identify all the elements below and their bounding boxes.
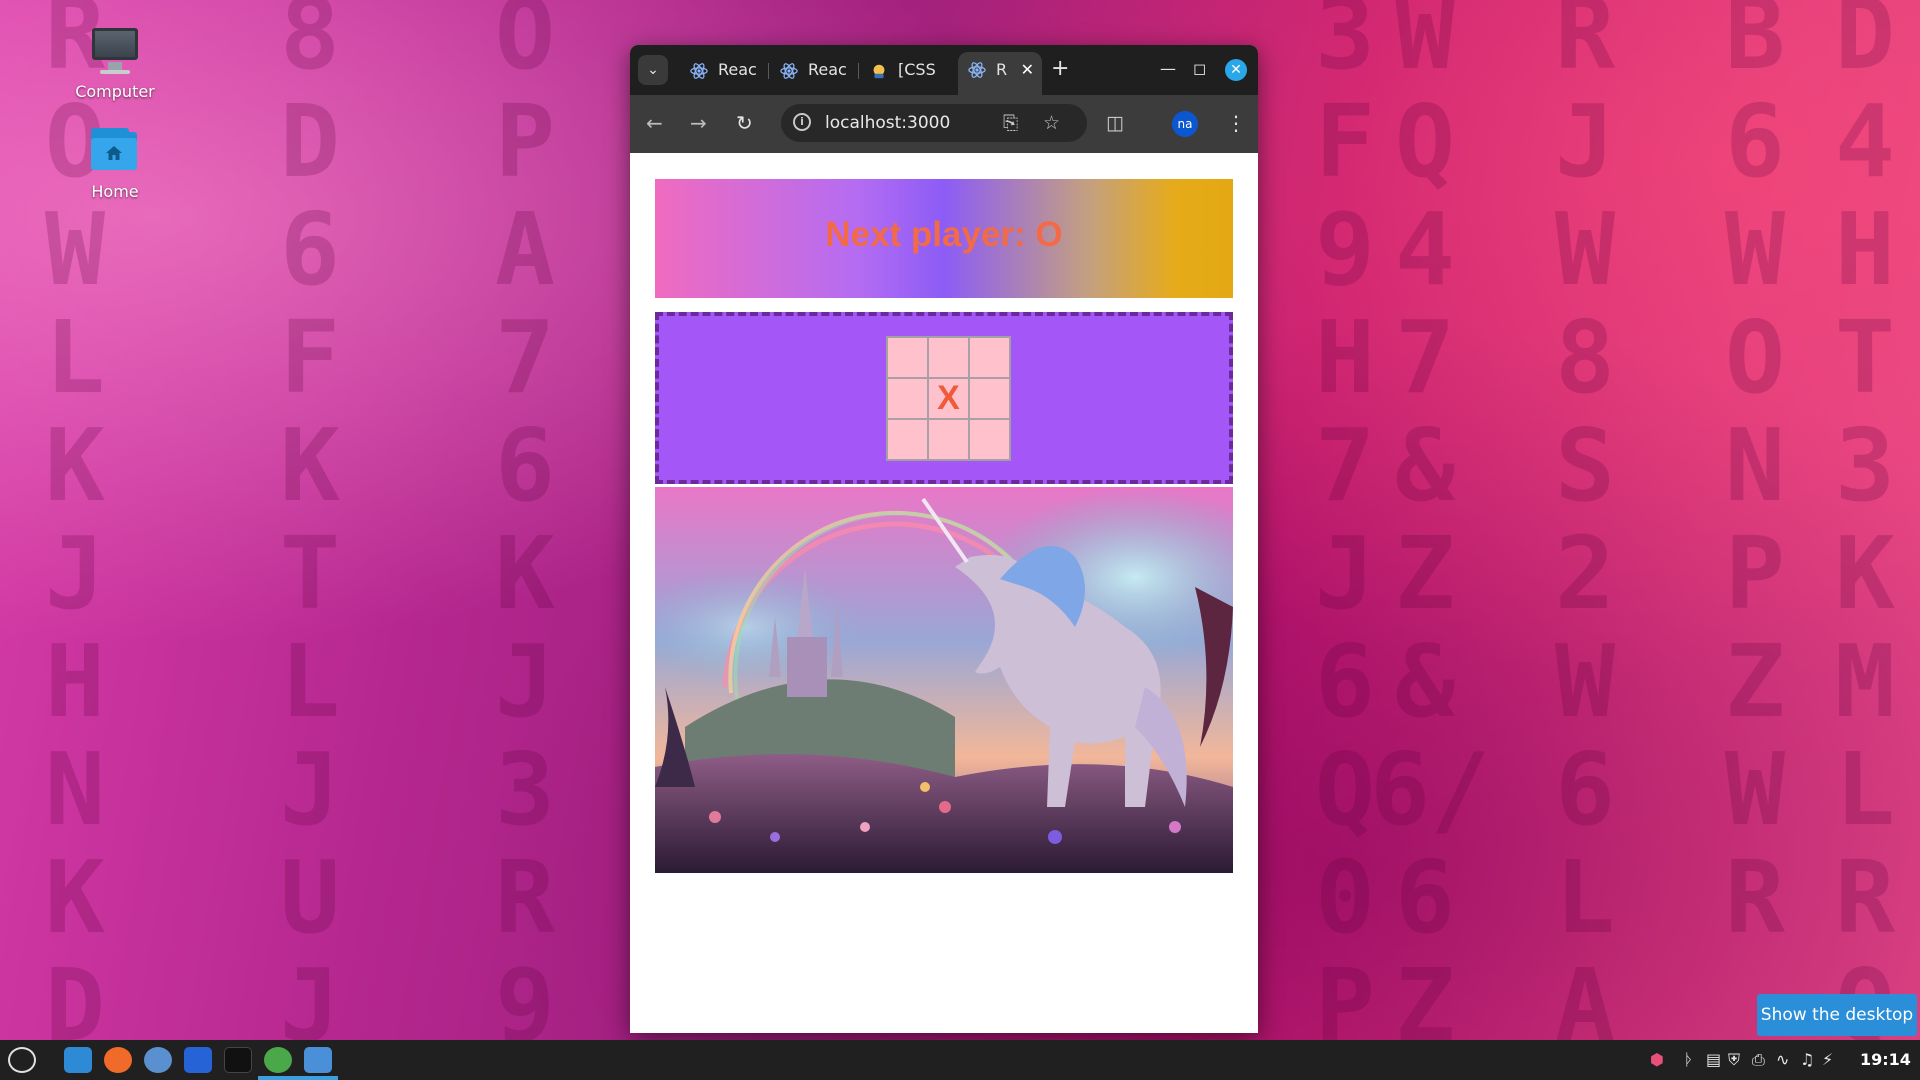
extensions-puzzle-icon[interactable]: ◫: [1106, 111, 1124, 135]
react-icon: [968, 62, 986, 78]
printer-icon[interactable]: ⎙: [1752, 1049, 1765, 1071]
browser-tab[interactable]: Reac: [770, 54, 856, 86]
wallpaper-glyphs: WQ47&Z&6/6ZK: [1370, 0, 1491, 1040]
browser-window: ⌄ Reac Reac [CSS R ✕ + — ◻ ✕ ← → ↻ i loc…: [630, 45, 1258, 1033]
window-close-button[interactable]: ✕: [1225, 59, 1247, 81]
react-icon: [690, 63, 708, 79]
tab-search-button[interactable]: ⌄: [638, 55, 668, 85]
board-square[interactable]: [928, 337, 969, 378]
shield-icon[interactable]: ⛨: [1728, 1049, 1740, 1071]
tab-title: Reac: [808, 60, 847, 79]
tab-title: [CSS: [898, 60, 936, 79]
desktop-icon-label: Home: [91, 182, 139, 201]
sound-icon[interactable]: ♫: [1800, 1049, 1814, 1071]
page-content: Next player: O X: [630, 153, 1258, 1033]
browser-toolbar: ← → ↻ i localhost:3000 ⎘ ☆ ◫ na ⋮: [630, 95, 1258, 153]
new-tab-button[interactable]: +: [1051, 57, 1069, 81]
tab-strip: ⌄ Reac Reac [CSS R ✕ + — ◻ ✕: [630, 45, 1258, 95]
tab-title: Reac: [718, 60, 757, 79]
start-menu-icon[interactable]: [8, 1047, 36, 1073]
board-square[interactable]: [969, 378, 1010, 419]
desktop-icon-label: Computer: [75, 82, 155, 101]
profile-avatar[interactable]: na: [1172, 111, 1198, 137]
board-container: X: [655, 312, 1233, 484]
next-player-status: Next player: O: [825, 215, 1063, 254]
chrome-icon[interactable]: [264, 1047, 292, 1073]
screenshot-icon[interactable]: [304, 1047, 332, 1073]
minimize-icon[interactable]: —: [1160, 57, 1176, 81]
power-icon[interactable]: ⚡: [1822, 1049, 1833, 1071]
desktop-icon-home[interactable]: Home: [60, 124, 170, 201]
wallpaper-glyphs: B6WONPZWR: [1724, 0, 1786, 956]
wallpaper-glyphs: D4HT3KMLRQ: [1834, 0, 1896, 1040]
board-square[interactable]: [969, 419, 1010, 460]
close-tab-icon[interactable]: ✕: [1021, 52, 1034, 88]
board-square[interactable]: [887, 378, 928, 419]
status-banner: Next player: O: [655, 179, 1233, 298]
tab-title: R: [996, 60, 1008, 79]
desktop-icon-computer[interactable]: Computer: [60, 24, 170, 101]
unicorn-illustration: [655, 487, 1233, 873]
bookmark-star-icon[interactable]: ☆: [1043, 111, 1060, 135]
board-square[interactable]: [969, 337, 1010, 378]
board-square[interactable]: [887, 337, 928, 378]
app-tray-icon[interactable]: ⬢: [1650, 1049, 1664, 1071]
clipboard-icon[interactable]: ▤: [1706, 1049, 1721, 1071]
home-folder-icon: [88, 124, 142, 178]
terminal-icon[interactable]: [224, 1047, 252, 1073]
taskbar: ⬢ ᚦ ▤ ⛨ ⎙ ∿ ♫ ⚡ 19:14: [0, 1040, 1920, 1080]
css-trick-icon: [873, 64, 885, 79]
browser-tab[interactable]: [CSS: [860, 54, 944, 86]
browser-tab[interactable]: Reac: [680, 54, 766, 86]
board-square[interactable]: [928, 419, 969, 460]
firefox-icon[interactable]: [104, 1047, 132, 1073]
files-icon[interactable]: [64, 1047, 92, 1073]
taskbar-clock[interactable]: 19:14: [1860, 1040, 1911, 1080]
wallpaper-glyphs: 8D6FKTLJUJ4HNG: [279, 0, 341, 1040]
tic-tac-toe-board: X: [886, 336, 1011, 461]
wallpaper-glyphs: OPA76KJ3R9Y8S: [494, 0, 556, 1040]
wallpaper-glyphs: RJW8S2W6LA0TK: [1554, 0, 1616, 1040]
chevron-down-icon: ⌄: [647, 62, 659, 78]
address-bar[interactable]: i localhost:3000: [781, 104, 1087, 142]
board-square[interactable]: X: [928, 378, 969, 419]
browser-menu-icon[interactable]: ⋮: [1226, 111, 1246, 135]
back-arrow-icon[interactable]: ←: [646, 111, 663, 135]
install-app-icon[interactable]: ⎘: [1003, 111, 1018, 135]
browser-tab-active[interactable]: R ✕: [958, 52, 1042, 95]
reload-icon[interactable]: ↻: [736, 111, 753, 135]
bluetooth-icon[interactable]: ᚦ: [1684, 1049, 1694, 1071]
wallpaper-glyphs: 3F9H7J6Q0P2DL: [1314, 0, 1376, 1040]
wifi-icon[interactable]: ∿: [1776, 1049, 1789, 1071]
react-icon: [780, 63, 798, 79]
webstorm-icon[interactable]: [184, 1047, 212, 1073]
url-text: localhost:3000: [825, 113, 951, 133]
forward-arrow-icon[interactable]: →: [690, 111, 707, 135]
site-info-icon[interactable]: i: [793, 113, 811, 131]
maximize-icon[interactable]: ◻: [1193, 57, 1206, 81]
browser-launcher-icon[interactable]: [144, 1047, 172, 1073]
board-square[interactable]: [887, 419, 928, 460]
computer-icon: [88, 24, 142, 78]
show-desktop-button[interactable]: Show the desktop: [1757, 994, 1917, 1036]
